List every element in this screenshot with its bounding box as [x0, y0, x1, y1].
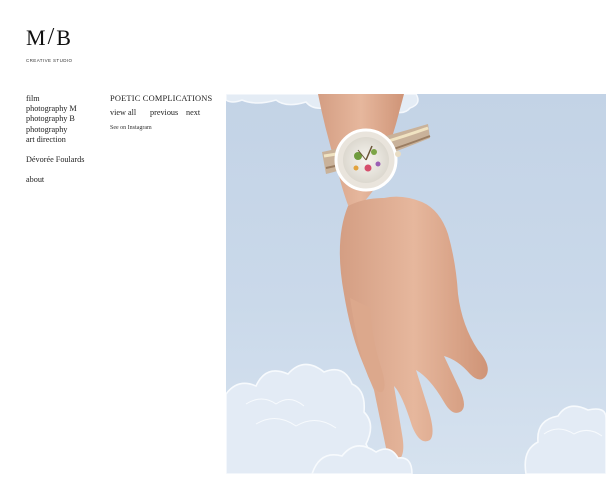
- nav-item-devoree-foulards[interactable]: Dévorée Foulards: [26, 155, 84, 165]
- nav-item-photography-m[interactable]: photography M: [26, 104, 84, 114]
- view-all-link[interactable]: view all: [110, 108, 150, 117]
- logo-letter-b: B: [56, 25, 72, 50]
- logo-tagline: CREATIVE STUDIO: [26, 58, 73, 63]
- instagram-link[interactable]: See on Instagram: [110, 125, 212, 131]
- nav-item-film[interactable]: film: [26, 94, 84, 104]
- hero-image-illustration: [226, 94, 606, 474]
- hero-image[interactable]: [226, 94, 606, 474]
- previous-link[interactable]: previous: [150, 108, 186, 117]
- studio-logo[interactable]: M/B CREATIVE STUDIO: [26, 24, 73, 63]
- nav-item-photography-b[interactable]: photography B: [26, 114, 84, 124]
- nav-item-art-direction[interactable]: art direction: [26, 135, 84, 145]
- next-link[interactable]: next: [186, 108, 200, 117]
- nav-item-photography[interactable]: photography: [26, 125, 84, 135]
- project-controls: view all previous next: [110, 108, 212, 117]
- logo-letter-m: M: [26, 25, 47, 50]
- project-title: POETIC COMPLICATIONS: [110, 94, 213, 103]
- logo-mark: M/B: [26, 24, 72, 50]
- nav-item-about[interactable]: about: [26, 175, 84, 185]
- project-panel: POETIC COMPLICATIONS view all previous n…: [110, 94, 212, 131]
- logo-slash: /: [47, 24, 56, 50]
- main-navigation: film photography M photography B photogr…: [26, 94, 84, 185]
